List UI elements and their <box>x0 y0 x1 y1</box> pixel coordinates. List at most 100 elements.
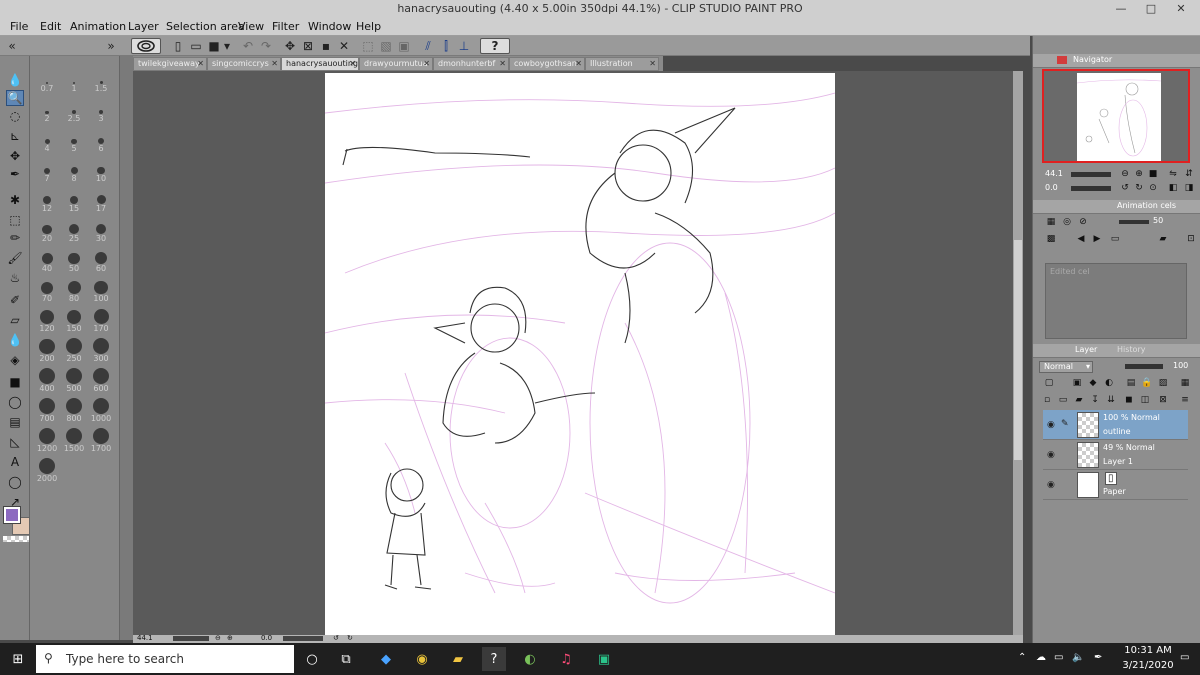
fill-icon[interactable]: ◈ <box>6 352 24 368</box>
new-folder-icon[interactable]: ▰ <box>1073 394 1085 405</box>
pencil-icon[interactable]: ✏ <box>6 230 24 246</box>
panel-collapse-icon[interactable]: « <box>4 38 20 54</box>
lasso-icon[interactable]: ◌ <box>6 108 24 124</box>
layer-menu-icon[interactable]: ≡ <box>1179 394 1191 405</box>
selection-invert-icon[interactable]: ▣ <box>396 38 412 54</box>
navigator-angle[interactable]: 0.0 <box>1045 183 1058 192</box>
selection-tool-icon[interactable]: ⬚ <box>360 38 376 54</box>
rotate-left-icon[interactable]: ↺ <box>333 634 339 642</box>
layer-row-paper[interactable]: ◉ ▯ Paper <box>1043 470 1188 500</box>
blend-mode-select[interactable]: Normal ▾ <box>1039 361 1093 373</box>
brush-size-1000[interactable]: 1000 <box>90 398 112 423</box>
color-well[interactable] <box>3 506 30 542</box>
brush-size-150[interactable]: 150 <box>63 309 85 333</box>
cel-opacity-slider[interactable] <box>1119 220 1149 224</box>
clock-time[interactable]: 10:31 AM <box>1118 645 1178 656</box>
cel-list[interactable]: Edited cel <box>1045 263 1187 339</box>
layer-mask-icon[interactable]: ◼ <box>1123 394 1135 405</box>
frame-icon[interactable]: ▤ <box>6 414 24 430</box>
task-view-icon[interactable]: ⧉ <box>334 647 358 671</box>
brush-size-100[interactable]: 100 <box>90 280 112 303</box>
brush-size-12[interactable]: 12 <box>36 190 58 213</box>
brush-size-2.5[interactable]: 2.5 <box>63 100 85 123</box>
app-icon[interactable]: ▣ <box>592 647 616 671</box>
layer-row-outline[interactable]: ◉ ✎ 100 % Normal outline <box>1043 410 1188 440</box>
brush-size-200[interactable]: 200 <box>36 338 58 363</box>
tab-drawyourmutua[interactable]: drawyourmutua ✕ <box>359 57 433 71</box>
zoom-in-icon[interactable]: ⊕ <box>1133 168 1145 179</box>
flip-right-icon[interactable]: ◨ <box>1183 182 1195 193</box>
vertical-scroll-thumb[interactable] <box>1014 240 1022 460</box>
brush-size-60[interactable]: 60 <box>90 250 112 273</box>
tab-twilekgiveaway[interactable]: twilekgiveaway ✕ <box>133 57 207 71</box>
new-file-icon[interactable]: ▯ <box>170 38 186 54</box>
eye-icon[interactable]: ◉ <box>1047 420 1055 430</box>
maximize-button[interactable]: □ <box>1140 0 1162 18</box>
open-file-icon[interactable]: ▭ <box>188 38 204 54</box>
menu-selection-area[interactable]: Selection area <box>166 20 245 33</box>
brush-size-1700[interactable]: 1700 <box>90 428 112 453</box>
taskbar-search[interactable]: ⚲ Type here to search <box>36 645 294 673</box>
sparkle-icon[interactable]: ✱ <box>6 192 24 208</box>
brush-size-1200[interactable]: 1200 <box>36 428 58 453</box>
cel-next-icon[interactable]: ▶ <box>1091 233 1103 244</box>
undo-icon[interactable]: ↶ <box>240 38 256 54</box>
eye-icon[interactable]: ◉ <box>1047 450 1055 460</box>
transform-icon[interactable]: ✥ <box>282 38 298 54</box>
menu-help[interactable]: Help <box>356 20 381 33</box>
ruler-layer-icon[interactable]: ◫ <box>1139 394 1151 405</box>
brush-size-25[interactable]: 25 <box>63 220 85 243</box>
menu-filter[interactable]: Filter <box>272 20 299 33</box>
brush-size-6[interactable]: 6 <box>90 130 112 153</box>
menu-view[interactable]: View <box>238 20 264 33</box>
network-icon[interactable]: ▭ <box>1054 652 1063 663</box>
transparent-color-swatch[interactable] <box>3 536 29 542</box>
brush-size-2[interactable]: 2 <box>36 100 58 123</box>
rotate-left-icon[interactable]: ↺ <box>1119 182 1131 193</box>
lock-transparency-icon[interactable]: ▢ <box>1043 377 1055 388</box>
rotation-slider[interactable] <box>283 636 323 641</box>
app-icon[interactable]: ◆ <box>374 647 398 671</box>
save-icon[interactable]: ■ <box>206 38 222 54</box>
transfer-down-icon[interactable]: ↧ <box>1089 394 1101 405</box>
cel-folder-icon[interactable]: ▰ <box>1157 233 1169 244</box>
mask-icon[interactable]: ▨ <box>1157 377 1169 388</box>
brush-size-800[interactable]: 800 <box>63 398 85 423</box>
brush-size-30[interactable]: 30 <box>90 220 112 243</box>
cel-opacity-value[interactable]: 50 <box>1153 216 1163 225</box>
rotate-right-icon[interactable]: ↻ <box>347 634 353 642</box>
cortana-icon[interactable]: ○ <box>300 647 324 671</box>
decoration-icon[interactable]: ✐ <box>6 292 24 308</box>
brush-size-500[interactable]: 500 <box>63 368 85 393</box>
reference-layer-icon[interactable]: ◐ <box>1103 377 1115 388</box>
new-vector-layer-icon[interactable]: ▭ <box>1057 394 1069 405</box>
ruler-tool-icon[interactable]: ◺ <box>6 434 24 450</box>
tab-singcomiccrys[interactable]: singcomiccrys ✕ <box>207 57 281 71</box>
merge-down-icon[interactable]: ⇊ <box>1105 394 1117 405</box>
brush-size-40[interactable]: 40 <box>36 250 58 273</box>
brush-size-70[interactable]: 70 <box>36 280 58 303</box>
layer-color-icon[interactable]: ◆ <box>1087 377 1099 388</box>
navigator-zoom-slider[interactable] <box>1071 172 1111 177</box>
layer-row-layer-1[interactable]: ◉ 49 % Normal Layer 1 <box>1043 440 1188 470</box>
brush-size-120[interactable]: 120 <box>36 310 58 333</box>
minimize-button[interactable]: — <box>1110 0 1132 18</box>
fit-window-icon[interactable]: ■ <box>1147 168 1159 179</box>
brush-size-250[interactable]: 250 <box>63 338 85 363</box>
pen-icon[interactable]: ✒ <box>1094 652 1102 663</box>
onion-skin-icon[interactable]: ◎ <box>1061 216 1073 227</box>
gradient-icon[interactable]: ■ <box>6 374 24 390</box>
clock-date[interactable]: 3/21/2020 <box>1118 660 1178 671</box>
menu-animation[interactable]: Animation <box>70 20 126 33</box>
eyedropper-icon[interactable]: 💧 <box>6 72 24 88</box>
help-icon[interactable]: ? <box>480 38 510 54</box>
file-explorer-icon[interactable]: ▰ <box>446 647 470 671</box>
brush-size-1[interactable]: 1 <box>63 70 85 93</box>
navigator-zoom[interactable]: 44.1 <box>1045 169 1063 178</box>
brush-size-15[interactable]: 15 <box>63 190 85 213</box>
music-icon[interactable]: ♫ <box>554 647 578 671</box>
brush-size-8[interactable]: 8 <box>63 160 85 183</box>
menu-layer[interactable]: Layer <box>128 20 159 33</box>
snap-grid-icon[interactable]: ⊥ <box>456 38 472 54</box>
brush-icon[interactable]: 🖌 <box>6 250 24 266</box>
